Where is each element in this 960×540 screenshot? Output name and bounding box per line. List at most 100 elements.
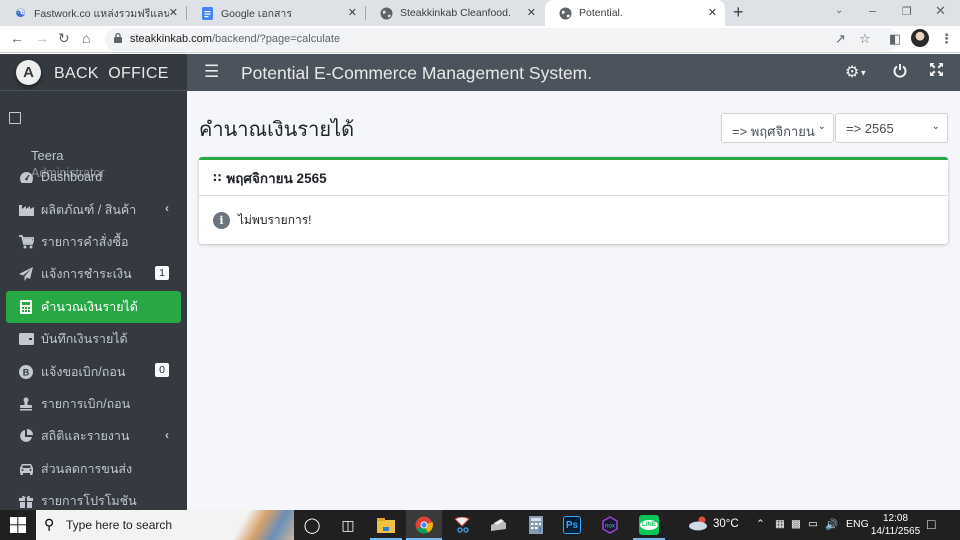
tab-title: Fastwork.co แหล่งรวมฟรีแลนซ์คุณภ [34, 7, 169, 20]
taskbar-search-box[interactable]: ⚲ Type here to search [36, 510, 294, 540]
close-tab-icon[interactable]: ✕ [169, 6, 178, 19]
bookmark-star-icon[interactable]: ☆ [859, 31, 871, 47]
tab-search-icon[interactable]: ⌄ [835, 5, 843, 16]
clock-date: 14/11/2565 [870, 526, 921, 537]
browser-tab-potential[interactable]: Potential. ✕ [545, 0, 725, 26]
side-panel-icon[interactable]: ◧ [889, 31, 901, 47]
sidebar-item-payment-notify[interactable]: แจ้งการชำระเงิน 1 [6, 258, 181, 290]
user-image-placeholder [9, 112, 21, 124]
photoshop-icon[interactable]: Ps [563, 516, 581, 534]
sidebar-item-withdraw-request[interactable]: B แจ้งขอเบิก/ถอน 0 [6, 355, 181, 387]
minimize-icon[interactable]: – [869, 3, 876, 18]
brand-text: BACK OFFICE [54, 65, 169, 82]
notifications-icon[interactable]: □ [927, 516, 935, 532]
sidebar-item-label: แจ้งขอเบิก/ถอน [41, 364, 126, 379]
globe-icon [380, 7, 393, 20]
sidebar-item-label: รายการเบิก/ถอน [41, 396, 131, 411]
year-select[interactable]: => 2565 ⌄ [835, 113, 948, 143]
income-card: ∷ พฤศจิกายน 2565 i ไม่พบรายการ! [199, 157, 948, 244]
meet-now-icon[interactable]: ▦ [775, 518, 785, 530]
cart-icon [18, 234, 34, 250]
sidebar-item-shipping-discount[interactable]: ส่วนลดการขนส่ง [6, 453, 181, 485]
sidebar-item-label: แจ้งการชำระเงิน [41, 267, 132, 282]
gift-icon [18, 493, 34, 509]
chevron-left-icon: ‹ [165, 428, 169, 443]
close-tab-icon[interactable]: ✕ [348, 6, 357, 19]
calculator-app-icon[interactable] [526, 515, 546, 535]
sidebar-item-dashboard[interactable]: Dashboard [6, 161, 181, 193]
url-text: steakkinkab.com/backend/?page=calculate [130, 33, 340, 45]
sidebar-item-withdraw-list[interactable]: รายการเบิก/ถอน [6, 388, 181, 420]
card-header: ∷ พฤศจิกายน 2565 [199, 160, 948, 196]
close-tab-icon[interactable]: ✕ [708, 6, 717, 19]
line-app-icon[interactable]: LINE [639, 515, 659, 535]
close-tab-icon[interactable]: ✕ [527, 6, 536, 19]
restore-icon[interactable]: ❐ [902, 5, 912, 18]
new-tab-button[interactable]: + [733, 2, 744, 23]
home-icon[interactable]: ⌂ [82, 30, 90, 46]
sidebar-item-statistics[interactable]: สถิติและรายงาน ‹ [6, 420, 181, 452]
sidebar-item-label: คำนวณเงินรายได้ [41, 299, 138, 314]
power-icon[interactable] [893, 63, 907, 82]
brand[interactable]: A BACK OFFICE [0, 54, 187, 91]
url-path: /backend/?page=calculate [211, 33, 341, 45]
browser-tab-google-docs[interactable]: Google เอกสาร ✕ [187, 0, 365, 26]
back-arrow-icon[interactable]: ← [10, 30, 24, 46]
tray-app-icon[interactable]: ▩ [791, 518, 801, 530]
language-indicator[interactable]: ENG [846, 518, 869, 530]
tachometer-icon [18, 169, 34, 185]
nox-player-icon[interactable]: nox [600, 515, 620, 535]
search-highlight-image [234, 510, 294, 540]
system-clock[interactable]: 12:08 14/11/2565 [868, 512, 923, 538]
month-select-value: => พฤศจิกายน [732, 124, 815, 139]
page-title: คำนาณเงินรายได้ [199, 119, 355, 141]
clock-time: 12:08 [882, 513, 909, 524]
close-window-icon[interactable]: ✕ [935, 3, 946, 19]
task-view-icon[interactable]: ◫ [338, 515, 358, 535]
sidebar-item-label: ส่วนลดการขนส่ง [41, 461, 133, 476]
file-explorer-icon[interactable] [376, 515, 396, 535]
volume-icon[interactable]: 🔊 [825, 518, 838, 531]
fax-scan-icon[interactable] [488, 515, 508, 535]
sidebar-item-orders[interactable]: รายการคำสั่งซื้อ [6, 226, 181, 258]
sidebar-item-label: สถิติและรายงาน [41, 429, 130, 444]
weather-icon[interactable] [688, 515, 710, 534]
month-select[interactable]: => พฤศจิกายน ⌄ [721, 113, 834, 143]
forward-arrow-icon[interactable]: → [35, 30, 49, 46]
battery-icon[interactable]: ▭ [808, 518, 818, 530]
browser-tab-fastwork[interactable]: ☯ Fastwork.co แหล่งรวมฟรีแลนซ์คุณภ ✕ [0, 0, 186, 26]
fullscreen-icon[interactable] [930, 63, 943, 80]
sidebar-item-calculate-income[interactable]: คำนวณเงินรายได้ [6, 290, 181, 323]
profile-avatar[interactable] [911, 29, 929, 47]
windows-start-icon[interactable] [10, 517, 26, 533]
snipping-tool-icon[interactable] [452, 515, 472, 535]
cortana-icon[interactable]: ◯ [302, 515, 322, 535]
tray-chevron-up-icon[interactable]: ⌃ [756, 518, 765, 530]
menu-dots-icon[interactable]: ⋮ [940, 31, 953, 47]
brand-logo: A [16, 60, 41, 85]
paper-plane-icon [18, 266, 34, 282]
browser-tab-steakkinkab[interactable]: Steakkinkab Cleanfood. ✕ [366, 0, 544, 26]
url-domain: steakkinkab.com [130, 33, 212, 45]
stamp-icon [18, 396, 34, 412]
weather-temperature[interactable]: 30°C [713, 518, 739, 530]
hamburger-menu-icon[interactable]: ☰ [204, 62, 219, 82]
tab-title: Google เอกสาร [221, 7, 292, 20]
chrome-icon[interactable] [414, 515, 434, 535]
content-area: คำนาณเงินรายได้ => พฤศจิกายน ⌄ => 2565 ⌄… [187, 91, 960, 510]
year-select-value: => 2565 [846, 121, 894, 136]
sidebar-item-label: บันทึกเงินรายได้ [41, 332, 128, 347]
address-bar[interactable]: steakkinkab.com/backend/?page=calculate [105, 28, 899, 51]
sidebar-item-label: Dashboard [41, 170, 103, 185]
reload-icon[interactable]: ↻ [58, 30, 70, 47]
share-icon[interactable]: ↗ [835, 31, 846, 47]
sidebar-item-products[interactable]: ผลิตภัณฑ์ / สินค้า ‹ [6, 193, 181, 225]
card-body: i ไม่พบรายการ! [199, 196, 948, 244]
sidebar-item-income-record[interactable]: บันทึกเงินรายได้ [6, 323, 181, 355]
sidebar: A BACK OFFICE Teera Administrator Dashboa… [0, 54, 187, 510]
caret-down-icon: ▼ [859, 68, 868, 78]
grip-icon: ∷ [213, 170, 222, 185]
empty-message: ไม่พบรายการ! [238, 212, 312, 227]
windows-taskbar: ⚲ Type here to search ◯ ◫ Ps nox LINE 30… [0, 510, 960, 540]
settings-gear-icon[interactable]: ⚙▼ [845, 62, 867, 82]
